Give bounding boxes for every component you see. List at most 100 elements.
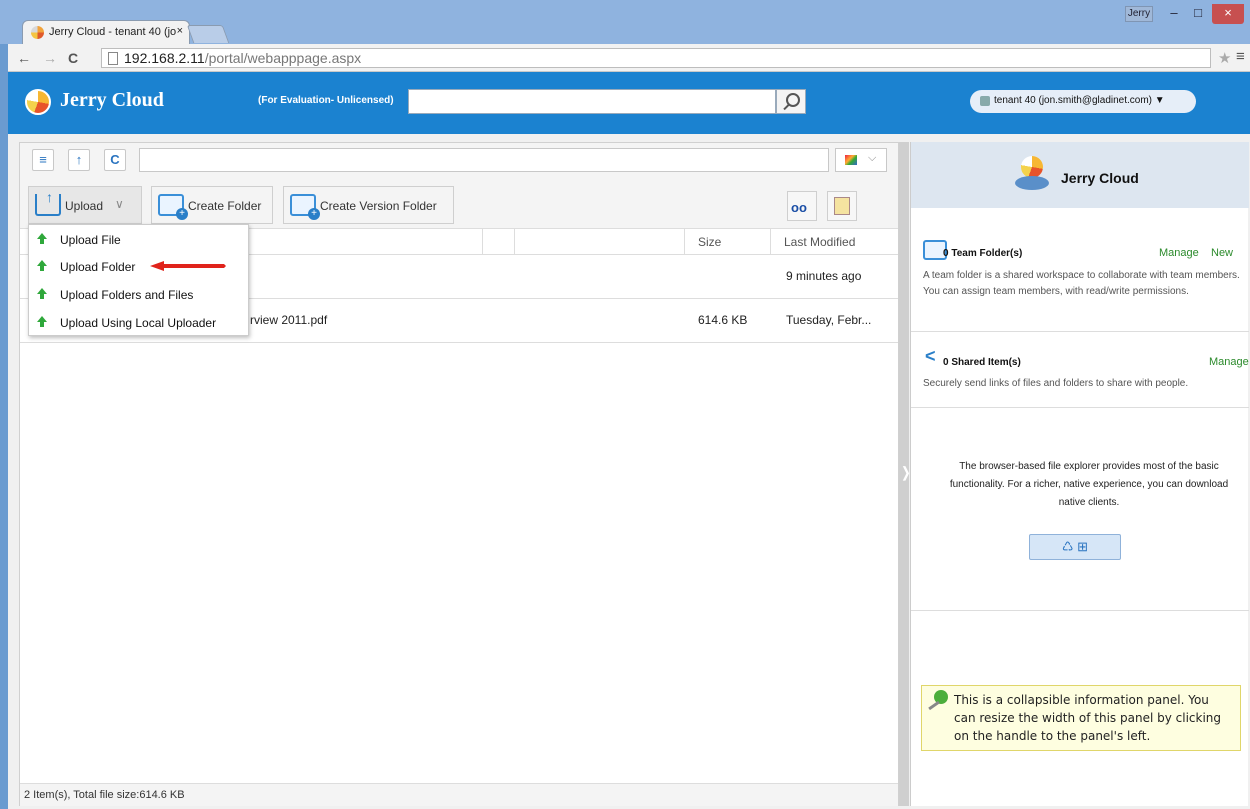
minimize-button[interactable]: –: [1162, 4, 1186, 24]
menu-item-label: Upload File: [60, 233, 121, 247]
shared-items-description: Securely send links of files and folders…: [923, 378, 1189, 389]
team-new-link[interactable]: New: [1211, 247, 1233, 259]
column-divider: [770, 229, 771, 255]
app-name: Jerry Cloud: [60, 89, 164, 111]
browser-toolbar: ← → C 192.168.2.11/portal/webapppage.asp…: [8, 44, 1250, 72]
evaluation-notice: (For Evaluation- Unlicensed): [258, 95, 394, 106]
info-panel-title: Jerry Cloud: [1061, 170, 1139, 186]
preview-button[interactable]: oo: [787, 191, 817, 221]
logo-disc: [1021, 156, 1043, 178]
path-field[interactable]: [139, 148, 829, 172]
upload-dropdown-menu: Upload File Upload Folder Upload Folders…: [28, 224, 249, 336]
folder-add-icon: +: [158, 194, 188, 220]
upload-button[interactable]: ↑ Upload ∨: [28, 186, 142, 224]
column-last-modified[interactable]: Last Modified: [784, 235, 855, 249]
view-mode-icon: [845, 155, 857, 165]
create-version-folder-label: Create Version Folder: [320, 199, 437, 213]
bookmark-star-icon[interactable]: ★: [1218, 49, 1231, 67]
team-folder-description: A team folder is a shared workspace to c…: [923, 270, 1240, 297]
chevron-down-icon: ∨: [115, 197, 124, 211]
window-user-badge[interactable]: Jerry: [1125, 6, 1153, 22]
tab-close-icon[interactable]: ×: [177, 25, 183, 37]
app-favicon-icon: [31, 26, 44, 39]
info-panel-header: Jerry Cloud: [911, 142, 1249, 208]
search-icon-handle: [783, 103, 790, 111]
cloud-logo-icon: [1015, 156, 1049, 194]
user-icon: [980, 96, 990, 106]
green-arrow-icon: [37, 316, 47, 327]
version-folder-icon: +: [290, 194, 320, 220]
menu-item-label: Upload Folders and Files: [60, 288, 194, 302]
team-manage-link[interactable]: Manage: [1159, 247, 1199, 259]
app-header: Jerry Cloud (For Evaluation- Unlicensed)…: [8, 72, 1250, 134]
address-bar[interactable]: 192.168.2.11/portal/webapppage.aspx: [101, 48, 1211, 68]
page-icon: [108, 52, 118, 65]
user-menu-label: tenant 40 (jon.smith@gladinet.com) ▼: [994, 95, 1165, 106]
shared-items-title: 0 Shared Item(s): [943, 357, 1021, 368]
logo-base: [1015, 176, 1049, 190]
new-tab-button[interactable]: [186, 25, 230, 43]
menu-item-label: Upload Folder: [60, 260, 136, 274]
red-arrow-shape: [150, 261, 226, 271]
plus-icon: +: [176, 208, 188, 220]
forward-arrow-icon[interactable]: →: [43, 50, 57, 66]
browser-tab[interactable]: Jerry Cloud - tenant 40 (jo ×: [22, 20, 190, 44]
logo-icon: [25, 89, 51, 115]
create-version-folder-button[interactable]: + Create Version Folder: [283, 186, 454, 224]
url-path: /portal/webapppage.aspx: [204, 50, 362, 66]
thumbnail-view-button[interactable]: [827, 191, 857, 221]
refresh-button[interactable]: C: [104, 149, 126, 171]
green-arrow-icon: [37, 288, 47, 299]
view-mode-button[interactable]: ⌵: [835, 148, 887, 172]
panel-resize-handle[interactable]: ❭: [899, 142, 912, 806]
menu-item-label: Upload Using Local Uploader: [60, 316, 217, 330]
browser-menu-icon[interactable]: ≡: [1236, 48, 1245, 65]
close-window-button[interactable]: ×: [1212, 4, 1244, 24]
search-button[interactable]: [776, 89, 806, 114]
upload-arrow-icon: ↑: [46, 189, 53, 205]
team-folder-section: 0 Team Folder(s) Manage New A team folde…: [911, 222, 1249, 332]
column-divider: [684, 229, 685, 255]
chevron-down-icon: ⌵: [868, 152, 877, 164]
create-folder-button[interactable]: + Create Folder: [151, 186, 273, 224]
tab-title: Jerry Cloud - tenant 40 (jo: [49, 26, 177, 38]
url-host: 192.168.2.11: [124, 50, 205, 66]
create-folder-label: Create Folder: [188, 199, 262, 213]
file-size: 614.6 KB: [698, 313, 748, 327]
info-tip: This is a collapsible information panel.…: [921, 685, 1241, 751]
native-clients-button[interactable]: ♺ ⊞: [1029, 534, 1121, 560]
user-menu[interactable]: tenant 40 (jon.smith@gladinet.com) ▼: [970, 90, 1196, 113]
reload-icon[interactable]: C: [68, 50, 78, 66]
glasses-icon: oo: [791, 200, 807, 215]
shared-items-section: < 0 Shared Item(s) Manage Securely send …: [911, 332, 1249, 408]
menu-item-upload-local-uploader[interactable]: Upload Using Local Uploader: [29, 309, 248, 336]
share-icon: <: [925, 346, 936, 366]
plus-icon: +: [308, 208, 320, 220]
search-input[interactable]: [408, 89, 776, 114]
column-divider: [482, 229, 483, 255]
column-size[interactable]: Size: [698, 235, 721, 249]
native-clients-description: The browser-based file explorer provides…: [949, 461, 1229, 508]
back-arrow-icon[interactable]: ←: [17, 50, 31, 66]
green-arrow-icon: [37, 233, 47, 244]
file-name: rview 2011.pdf: [250, 313, 328, 327]
info-panel: Jerry Cloud 0 Team Folder(s) Manage New …: [910, 142, 1249, 806]
status-bar: 2 Item(s), Total file size:614.6 KB: [20, 783, 898, 806]
maximize-button[interactable]: □: [1186, 4, 1210, 24]
list-view-button[interactable]: ≡: [32, 149, 54, 171]
pushpin-icon[interactable]: [928, 690, 948, 712]
browser-titlebar: Jerry Cloud - tenant 40 (jo × Jerry – □ …: [0, 0, 1250, 44]
team-folder-title: 0 Team Folder(s): [943, 248, 1023, 259]
column-divider: [514, 229, 515, 255]
file-modified: Tuesday, Febr...: [786, 313, 872, 327]
pin-needle: [928, 700, 940, 711]
divider: [911, 610, 1249, 611]
shared-manage-link[interactable]: Manage: [1209, 356, 1249, 368]
file-modified: 9 minutes ago: [786, 269, 862, 283]
info-tip-text: This is a collapsible information panel.…: [954, 693, 1222, 743]
menu-item-upload-folders-and-files[interactable]: Upload Folders and Files: [29, 281, 248, 308]
up-folder-button[interactable]: ↑: [68, 149, 90, 171]
green-arrow-icon: [37, 260, 47, 271]
menu-item-upload-file[interactable]: Upload File: [29, 226, 248, 253]
explorer-toolbar: ≡ ↑ C ⌵ ↑ Upload ∨ + Create Folder + Cre…: [20, 143, 898, 229]
